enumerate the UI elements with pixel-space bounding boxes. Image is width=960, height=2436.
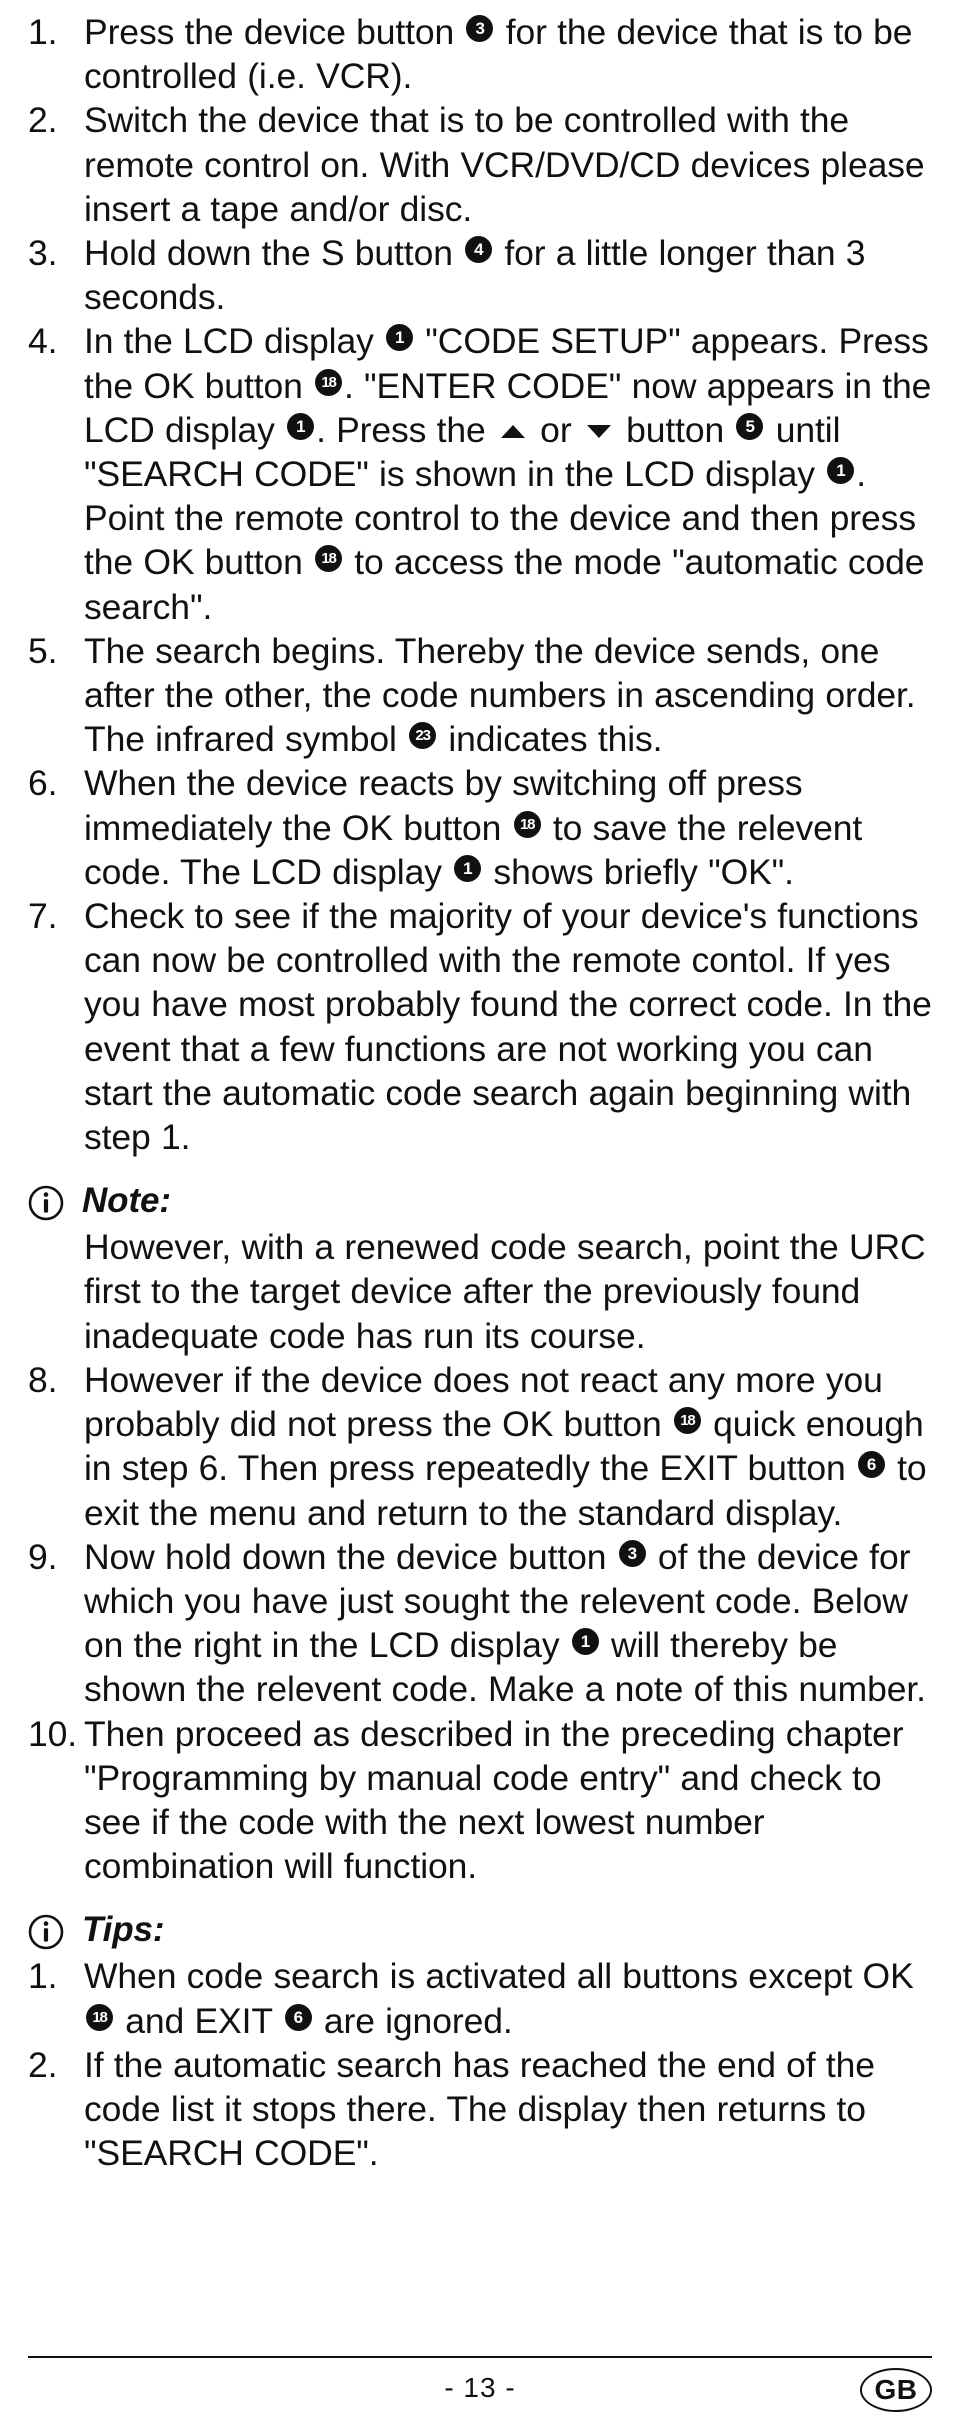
list-item: 8. However if the device does not react a…: [28, 1358, 932, 1535]
list-item-number: 9.: [28, 1536, 58, 1577]
list-item-text: If the automatic search has reached the …: [84, 2044, 875, 2174]
list-item-text: Press the device button 3 for the device…: [84, 12, 913, 97]
list-item-text: Check to see if the majority of your dev…: [84, 896, 932, 1158]
list-item-text: However if the device does not react any…: [84, 1359, 927, 1533]
callout-badge-18: 18: [315, 545, 343, 573]
info-circle-icon: [28, 1185, 64, 1221]
manual-page: 1. Press the device button 3 for the devi…: [0, 0, 960, 2436]
note-title: Note:: [82, 1181, 171, 1221]
list-item-text: When code search is activated all button…: [84, 1956, 914, 2041]
tips-list: 1. When code search is activated all butt…: [28, 1954, 932, 2175]
info-circle-icon: [28, 1914, 64, 1950]
list-item-text: Now hold down the device button 3 of the…: [84, 1536, 926, 1710]
callout-badge-1: 1: [386, 324, 414, 352]
callout-badge-18: 18: [315, 368, 343, 396]
list-item-text: In the LCD display 1 "CODE SETUP" appear…: [84, 321, 932, 627]
note-callout: Note:: [28, 1179, 932, 1223]
list-item: 4. In the LCD display 1 "CODE SETUP" appe…: [28, 319, 932, 628]
list-item: 6. When the device reacts by switching of…: [28, 761, 932, 894]
list-item: 1. When code search is activated all butt…: [28, 1954, 932, 2042]
list-item: 10. Then proceed as described in the prec…: [28, 1712, 932, 1889]
callout-badge-1: 1: [287, 412, 315, 440]
list-item-text: Then proceed as described in the precedi…: [84, 1713, 904, 1887]
list-item-number: 4.: [28, 321, 58, 362]
list-item-text: When the device reacts by switching off …: [84, 763, 863, 892]
list-item-number: 1.: [28, 12, 58, 52]
callout-badge-6: 6: [284, 2003, 312, 2031]
list-item: 2. If the automatic search has reached th…: [28, 2043, 932, 2176]
callout-badge-1: 1: [571, 1628, 599, 1656]
tips-title: Tips:: [82, 1910, 165, 1950]
callout-badge-18: 18: [513, 810, 541, 838]
callout-badge-18: 18: [673, 1407, 701, 1435]
up-arrow-icon: [500, 424, 525, 438]
page-content: 1. Press the device button 3 for the devi…: [28, 10, 932, 2175]
page-number: - 13 -: [444, 2372, 516, 2403]
callout-badge-1: 1: [454, 854, 482, 882]
list-item-number: 8.: [28, 1359, 58, 1400]
steps-list-primary: 1. Press the device button 3 for the devi…: [28, 10, 932, 1159]
list-item: 7. Check to see if the majority of your d…: [28, 894, 932, 1159]
list-item-number: 7.: [28, 896, 58, 937]
note-body-wrap: However, with a renewed code search, poi…: [84, 1225, 932, 1358]
list-item: 1. Press the device button 3 for the devi…: [28, 10, 932, 98]
page-footer: - 13 - GB: [28, 2356, 932, 2414]
callout-badge-6: 6: [857, 1451, 885, 1479]
list-item-number: 5.: [28, 630, 58, 671]
list-item: 2. Switch the device that is to be contro…: [28, 98, 932, 231]
list-item-number: 3.: [28, 233, 58, 274]
list-item-number: 2.: [28, 100, 58, 141]
list-item-text: Hold down the S button 4 for a little lo…: [84, 233, 866, 318]
callout-badge-1: 1: [827, 457, 855, 485]
list-item-number: 2.: [28, 2044, 58, 2085]
callout-badge-3: 3: [466, 15, 494, 42]
list-item-text: The search begins. Thereby the device se…: [84, 630, 916, 760]
list-item-number: 6.: [28, 763, 58, 804]
down-arrow-icon: [586, 424, 611, 438]
list-item-number: 10.: [28, 1713, 78, 1754]
list-item: 5. The search begins. Thereby the device …: [28, 629, 932, 762]
steps-list-secondary: 8. However if the device does not react a…: [28, 1358, 932, 1888]
callout-badge-4: 4: [465, 236, 493, 264]
footer-divider: [28, 2356, 932, 2358]
list-item: 9. Now hold down the device button 3 of t…: [28, 1535, 932, 1712]
footer-row: - 13 - GB: [28, 2368, 932, 2414]
locale-badge: GB: [860, 2368, 932, 2412]
list-item-number: 1.: [28, 1956, 58, 1997]
list-item: 3. Hold down the S button 4 for a little …: [28, 231, 932, 319]
callout-badge-5: 5: [736, 412, 764, 440]
callout-badge-23: 23: [409, 722, 437, 750]
list-item-text: Switch the device that is to be controll…: [84, 100, 925, 229]
callout-badge-18: 18: [86, 2003, 113, 2031]
tips-callout: Tips:: [28, 1908, 932, 1952]
callout-badge-3: 3: [618, 1539, 646, 1567]
note-body: However, with a renewed code search, poi…: [84, 1227, 926, 1356]
